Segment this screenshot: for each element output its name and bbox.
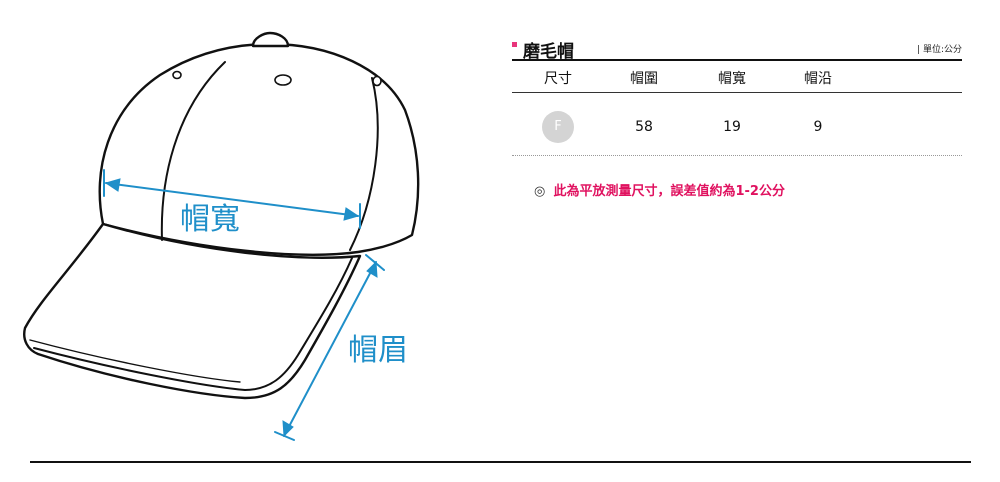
unit-label: | 單位:公分 bbox=[917, 45, 962, 55]
size-table-title-row: 磨毛帽 | 單位:公分 bbox=[512, 37, 962, 62]
cap-illustration bbox=[23, 31, 420, 441]
title-marker-icon bbox=[512, 42, 517, 47]
table-top-rule bbox=[512, 59, 962, 61]
eyelet-center bbox=[274, 74, 292, 86]
bottom-divider bbox=[30, 461, 971, 463]
value-width: 19 bbox=[723, 119, 741, 135]
header-width: 帽寬 bbox=[718, 71, 746, 87]
note-text: 此為平放測量尺寸，誤差值約為1-2公分 bbox=[553, 184, 785, 199]
value-brim: 9 bbox=[813, 119, 823, 135]
eyelet-right bbox=[372, 75, 382, 87]
header-circumference: 帽圍 bbox=[630, 71, 658, 87]
measurement-note: ◎ 此為平放測量尺寸，誤差值約為1-2公分 bbox=[534, 180, 785, 199]
table-header-rule bbox=[512, 92, 962, 93]
value-circumference: 58 bbox=[635, 119, 653, 135]
size-badge: F bbox=[542, 111, 574, 143]
width-dimension-label: 帽寬 bbox=[180, 202, 240, 237]
cap-button bbox=[251, 31, 290, 48]
cap-crown bbox=[98, 42, 420, 256]
eyelet-left bbox=[172, 70, 182, 80]
header-brim: 帽沿 bbox=[804, 71, 832, 87]
brim-dimension-label: 帽眉 bbox=[348, 333, 408, 368]
header-size: 尺寸 bbox=[544, 71, 572, 87]
double-circle-icon: ◎ bbox=[534, 184, 546, 199]
table-bottom-dotted-rule bbox=[512, 155, 962, 156]
